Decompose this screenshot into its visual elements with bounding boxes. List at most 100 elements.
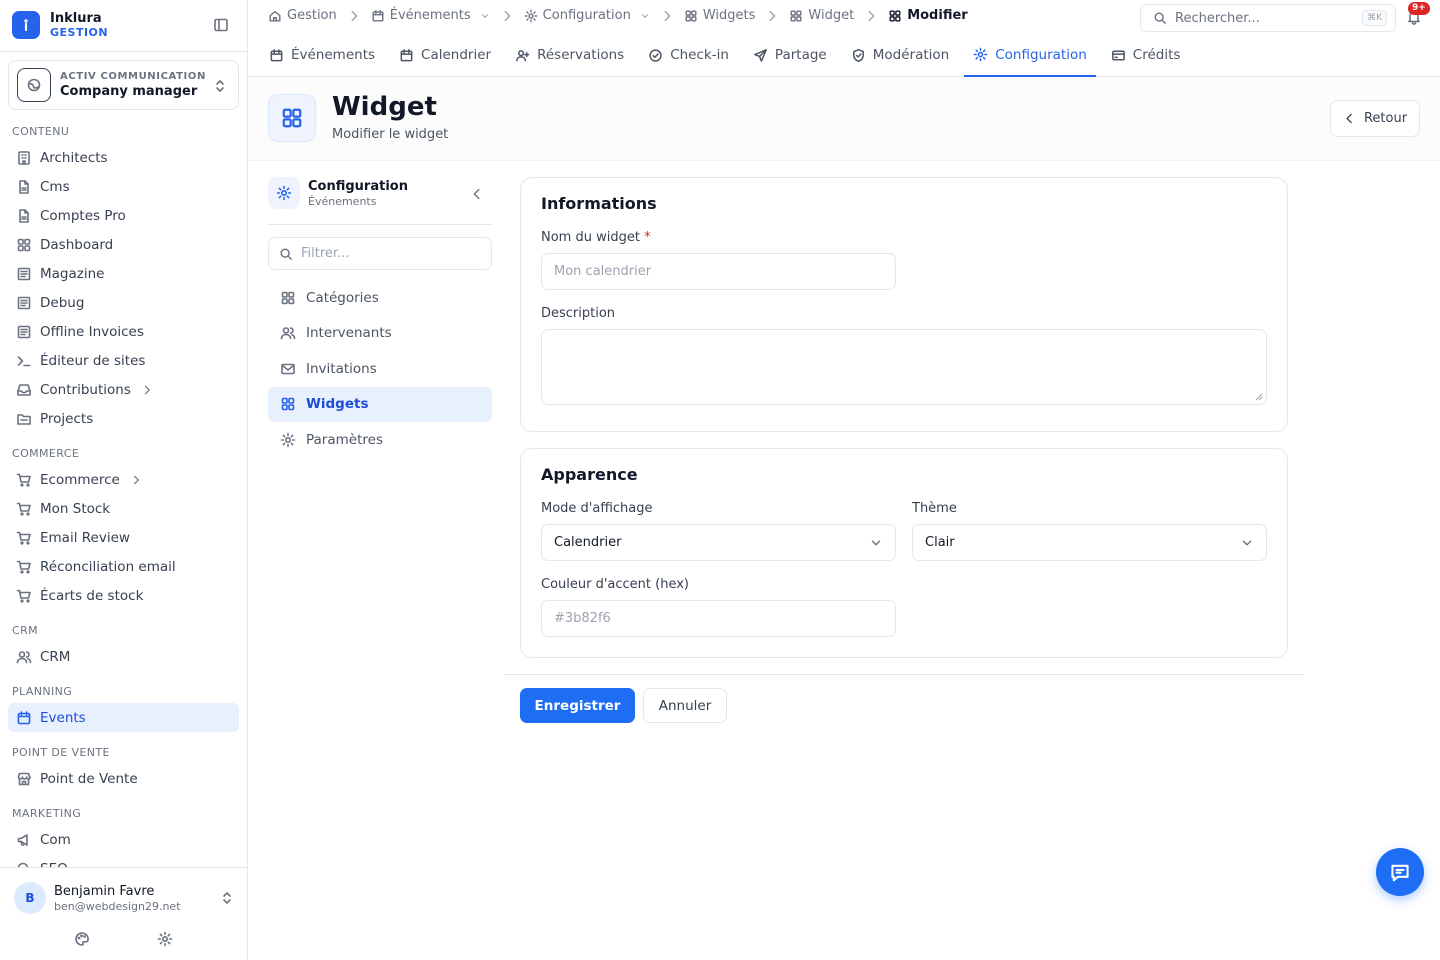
sidebar-item-label: Magazine	[40, 265, 105, 282]
search-icon	[280, 247, 292, 260]
sidebar-toggle-icon[interactable]	[213, 17, 229, 33]
sidebar-item-events[interactable]: Events	[8, 703, 239, 732]
subnav-filter-input[interactable]: Filtrer...	[268, 237, 492, 270]
tab-label: Calendrier	[421, 47, 492, 63]
accent-color-input[interactable]: #3b82f6	[541, 600, 896, 637]
save-button[interactable]: Enregistrer	[520, 688, 635, 723]
subnav-item-categories[interactable]: Catégories	[268, 280, 492, 316]
sidebar-item-label: Events	[40, 709, 86, 726]
display-mode-value: Calendrier	[554, 535, 622, 550]
sidebar-item-label: Réconciliation email	[40, 558, 176, 575]
sidebar-item-mon-stock[interactable]: Mon Stock	[8, 494, 239, 523]
sidebar-item-crm[interactable]: CRM	[8, 642, 239, 671]
sidebar-item-seo[interactable]: SEO	[8, 854, 239, 867]
calendar-icon	[16, 710, 32, 726]
tab-configuration[interactable]: Configuration	[964, 34, 1096, 77]
resize-handle-icon[interactable]	[1255, 393, 1263, 401]
sidebar-item-label: Debug	[40, 294, 85, 311]
appearance-card: Apparence Mode d'affichage Calendrier Th…	[520, 448, 1288, 658]
sidebar-item-label: Ecommerce	[40, 471, 120, 488]
sidebar-item-debug[interactable]: Debug	[8, 288, 239, 317]
breadcrumb-label: Widget	[808, 8, 855, 23]
sidebar-item-offline-invoices[interactable]: Offline Invoices	[8, 317, 239, 346]
sidebar-item-ecarts-de-stock[interactable]: Écarts de stock	[8, 581, 239, 610]
sidebar-item-email-review[interactable]: Email Review	[8, 523, 239, 552]
sidebar-item-label: Projects	[40, 410, 94, 427]
breadcrumb-item[interactable]: Gestion	[268, 8, 337, 23]
tab-credits[interactable]: Crédits	[1102, 34, 1190, 76]
breadcrumb-label: Événements	[389, 8, 471, 23]
sidebar-item-editeur-de-sites[interactable]: Éditeur de sites	[8, 346, 239, 375]
subnav-item-invitations[interactable]: Invitations	[268, 351, 492, 387]
display-mode-label: Mode d'affichage	[541, 501, 653, 516]
search-input[interactable]: Rechercher... ⌘K	[1140, 4, 1396, 32]
subnav-item-widgets[interactable]: Widgets	[268, 386, 492, 422]
theme-select[interactable]: Clair	[912, 524, 1267, 561]
breadcrumb-label: Widgets	[702, 8, 756, 23]
sidebar-item-cms[interactable]: Cms	[8, 172, 239, 201]
check-circle-icon	[648, 48, 663, 63]
breadcrumb-item[interactable]: Widgets	[684, 8, 756, 23]
description-textarea[interactable]	[541, 329, 1267, 405]
subnav-item-parametres[interactable]: Paramètres	[268, 422, 492, 458]
subnav-item-intervenants[interactable]: Intervenants	[268, 316, 492, 352]
sidebar-item-projects[interactable]: Projects	[8, 404, 239, 433]
user-menu[interactable]: B Benjamin Favre ben@webdesign29.net	[14, 882, 181, 914]
display-mode-select[interactable]: Calendrier	[541, 524, 896, 561]
sidebar-item-point-de-vente[interactable]: Point de Vente	[8, 764, 239, 793]
sidebar-item-reconciliation-email[interactable]: Réconciliation email	[8, 552, 239, 581]
subnav-header: Configuration Événements	[268, 177, 492, 225]
sidebar-item-magazine[interactable]: Magazine	[8, 259, 239, 288]
nav-section-title: CONTENU	[12, 125, 70, 138]
sidebar-item-architects[interactable]: Architects	[8, 143, 239, 172]
sidebar-item-com[interactable]: Com	[8, 825, 239, 854]
chevron-down-icon[interactable]	[640, 11, 650, 21]
cancel-button[interactable]: Annuler	[643, 688, 727, 723]
page-header: Widget Modifier le widget Retour	[248, 77, 1440, 161]
chevron-down-icon	[871, 540, 881, 545]
grid-icon	[888, 9, 902, 23]
tab-evenements[interactable]: Événements	[260, 34, 384, 76]
building-icon	[16, 150, 32, 166]
tab-reservations[interactable]: Réservations	[506, 34, 633, 76]
sidebar-item-label: Écarts de stock	[40, 587, 144, 604]
company-switcher[interactable]: ACTIV COMMUNICATION Company manager	[8, 60, 239, 110]
chevron-right-icon	[504, 10, 510, 21]
grid-icon	[789, 9, 803, 23]
back-button[interactable]: Retour	[1330, 100, 1420, 137]
sidebar-item-label: Point de Vente	[40, 770, 138, 787]
breadcrumb-item[interactable]: Widget	[789, 8, 854, 23]
theme-label: Thème	[912, 501, 957, 516]
nav-section-title: MARKETING	[12, 807, 82, 820]
chevron-updown-icon[interactable]	[219, 890, 235, 906]
sidebar-item-ecommerce[interactable]: Ecommerce	[8, 465, 239, 494]
breadcrumb-item[interactable]: Événements	[371, 8, 490, 23]
gear-icon[interactable]	[157, 931, 173, 947]
chevron-down-icon	[1242, 540, 1252, 545]
chevron-left-icon[interactable]	[470, 187, 484, 201]
chat-button[interactable]	[1376, 848, 1424, 896]
chevron-updown-icon	[212, 78, 228, 94]
tab-partage[interactable]: Partage	[744, 34, 836, 76]
tab-calendrier[interactable]: Calendrier	[390, 34, 500, 76]
sidebar-item-contributions[interactable]: Contributions	[8, 375, 239, 404]
breadcrumb-item[interactable]: Configuration	[524, 8, 650, 23]
accent-color-label: Couleur d'accent (hex)	[541, 577, 689, 592]
sidebar-item-comptes-pro[interactable]: Comptes Pro	[8, 201, 239, 230]
palette-icon[interactable]	[74, 931, 90, 947]
newspaper-icon	[16, 324, 32, 340]
sidebar-nav[interactable]: CONTENU Architects Cms Comptes Pro Dashboard…	[0, 118, 247, 867]
sidebar-item-dashboard[interactable]: Dashboard	[8, 230, 239, 259]
tab-moderation[interactable]: Modération	[842, 34, 958, 76]
chevron-down-icon[interactable]	[480, 11, 490, 21]
tab-check-in[interactable]: Check-in	[639, 34, 738, 76]
widget-name-input[interactable]: Mon calendrier	[541, 253, 896, 290]
send-icon	[753, 48, 768, 63]
file-icon	[16, 179, 32, 195]
brand[interactable]: Inklura GESTION	[12, 11, 108, 39]
subnav-item-label: Catégories	[306, 289, 379, 306]
notification-badge: 9+	[1408, 2, 1430, 15]
gear-icon	[280, 432, 296, 448]
search-shortcut: ⌘K	[1362, 10, 1387, 26]
subnav-subtitle: Événements	[308, 195, 377, 208]
